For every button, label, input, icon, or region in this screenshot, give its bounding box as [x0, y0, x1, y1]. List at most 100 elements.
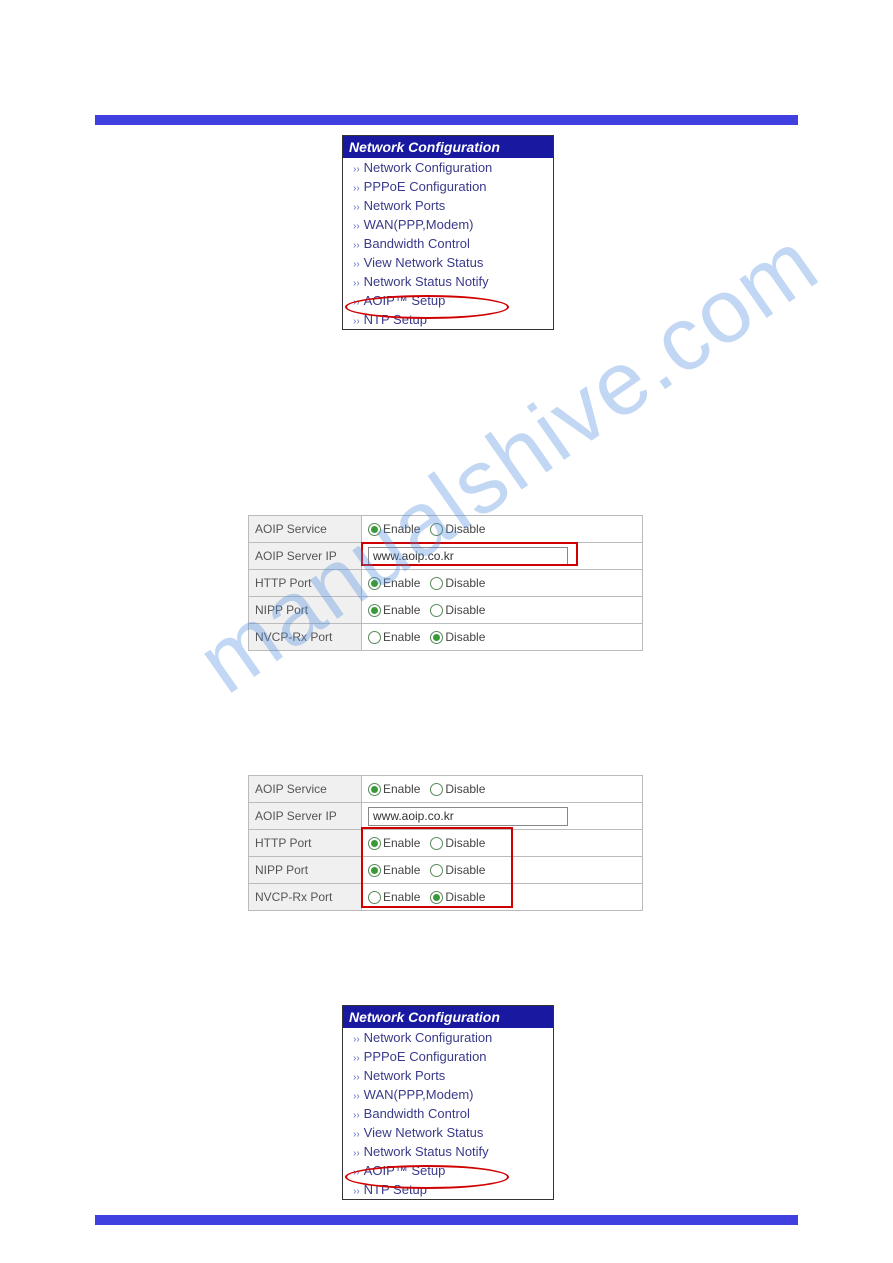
menu-header: Network Configuration	[343, 136, 553, 158]
menu-item-label: NTP Setup	[364, 312, 427, 327]
disable-radio[interactable]	[430, 783, 443, 796]
menu-item-view-network-status[interactable]: ››View Network Status	[343, 253, 553, 272]
disable-label: Disable	[445, 603, 485, 617]
row-value: EnableDisable	[362, 516, 643, 543]
menu-item-label: Network Status Notify	[364, 1144, 489, 1159]
config-row-http-port: HTTP Port Enable Disable	[249, 570, 643, 597]
disable-radio[interactable]	[430, 631, 443, 644]
row-value: EnableDisable	[362, 597, 643, 624]
enable-radio[interactable]	[368, 864, 381, 877]
bullet-icon: ››	[353, 202, 360, 213]
row-label: AOIP Service	[249, 776, 362, 803]
menu-item-view-network-status[interactable]: ›› View Network Status	[343, 1123, 553, 1142]
menu-item-network-configuration[interactable]: ››Network Configuration	[343, 1028, 553, 1047]
bullet-icon: ››	[353, 1091, 360, 1102]
disable-radio[interactable]	[430, 604, 443, 617]
enable-radio[interactable]	[368, 577, 381, 590]
bullet-icon: ››	[353, 1167, 360, 1178]
disable-radio[interactable]	[430, 837, 443, 850]
enable-radio[interactable]	[368, 783, 381, 796]
menu-item-label: WAN(PPP,Modem)	[364, 1087, 474, 1102]
bullet-icon: ››	[353, 1053, 360, 1064]
menu-item-network-status-notify[interactable]: ››Network Status Notify	[343, 1142, 553, 1161]
enable-radio[interactable]	[368, 631, 381, 644]
menu-item-network-configuration[interactable]: ›› Network Configuration	[343, 158, 553, 177]
disable-radio[interactable]	[430, 864, 443, 877]
menu-item-aoip-setup[interactable]: ›› AOIP™ Setup	[343, 291, 553, 310]
menu-item-label: WAN(PPP,Modem)	[364, 217, 474, 232]
row-value: Enable Disable	[362, 570, 643, 597]
menu-item-network-ports[interactable]: ››Network Ports	[343, 196, 553, 215]
menu-item-network-ports[interactable]: ›› Network Ports	[343, 1066, 553, 1085]
config-row-nvcp-rx-port: NVCP-Rx PortEnableDisable	[249, 884, 643, 911]
bullet-icon: ››	[353, 316, 360, 327]
server-ip-input[interactable]: www.aoip.co.kr	[368, 547, 568, 566]
config-row-nvcp-rx-port: NVCP-Rx PortEnableDisable	[249, 624, 643, 651]
server-ip-input[interactable]: www.aoip.co.kr	[368, 807, 568, 826]
bullet-icon: ››	[353, 1110, 360, 1121]
menu-item-wan-ppp-modem-[interactable]: ›› WAN(PPP,Modem)	[343, 1085, 553, 1104]
config-row-nipp-port: NIPP PortEnableDisable	[249, 857, 643, 884]
row-label: NIPP Port	[249, 857, 362, 884]
enable-radio[interactable]	[368, 837, 381, 850]
row-label: HTTP Port	[249, 830, 362, 857]
bullet-icon: ››	[353, 297, 360, 308]
network-config-menu-bottom: Network Configuration ››Network Configur…	[342, 1005, 554, 1200]
bullet-icon: ››	[353, 240, 360, 251]
menu-item-ntp-setup[interactable]: ›› NTP Setup	[343, 310, 553, 329]
menu-item-aoip-setup[interactable]: ›› AOIP™ Setup	[343, 1161, 553, 1180]
menu-item-pppoe-configuration[interactable]: ›› PPPoE Configuration	[343, 177, 553, 196]
enable-radio[interactable]	[368, 523, 381, 536]
disable-radio[interactable]	[430, 891, 443, 904]
enable-radio[interactable]	[368, 891, 381, 904]
disable-label: Disable	[445, 576, 485, 590]
row-value: www.aoip.co.kr	[362, 803, 643, 830]
disable-label: Disable	[445, 890, 485, 904]
menu-item-label: PPPoE Configuration	[364, 1049, 487, 1064]
menu-item-bandwidth-control[interactable]: ››Bandwidth Control	[343, 1104, 553, 1123]
menu-item-label: AOIP™ Setup	[364, 1163, 446, 1178]
menu-item-label: PPPoE Configuration	[364, 179, 487, 194]
enable-radio[interactable]	[368, 604, 381, 617]
menu-item-label: View Network Status	[364, 1125, 484, 1140]
enable-label: Enable	[383, 630, 420, 644]
disable-radio[interactable]	[430, 577, 443, 590]
menu-item-label: Network Ports	[364, 1068, 446, 1083]
enable-label: Enable	[383, 522, 420, 536]
menu-item-label: Network Status Notify	[364, 274, 489, 289]
menu-item-label: AOIP™ Setup	[364, 293, 446, 308]
menu-item-wan-ppp-modem-[interactable]: ››WAN(PPP,Modem)	[343, 215, 553, 234]
row-value: Enable Disable	[362, 624, 643, 651]
disable-radio[interactable]	[430, 523, 443, 536]
row-value: EnableDisable	[362, 857, 643, 884]
menu-item-pppoe-configuration[interactable]: ›› PPPoE Configuration	[343, 1047, 553, 1066]
enable-label: Enable	[383, 836, 420, 850]
row-label: NVCP-Rx Port	[249, 884, 362, 911]
bullet-icon: ››	[353, 259, 360, 270]
bullet-icon: ››	[353, 1129, 360, 1140]
row-label: AOIP Server IP	[249, 803, 362, 830]
menu-item-network-status-notify[interactable]: ››Network Status Notify	[343, 272, 553, 291]
config-row-http-port: HTTP PortEnableDisable	[249, 830, 643, 857]
disable-label: Disable	[445, 630, 485, 644]
bullet-icon: ››	[353, 1186, 360, 1197]
enable-label: Enable	[383, 576, 420, 590]
bullet-icon: ››	[353, 1072, 360, 1083]
row-value: EnableDisable	[362, 830, 643, 857]
bullet-icon: ››	[353, 183, 360, 194]
disable-label: Disable	[445, 863, 485, 877]
disable-label: Disable	[445, 782, 485, 796]
bullet-icon: ››	[353, 164, 360, 175]
row-label: AOIP Service	[249, 516, 362, 543]
network-config-menu-top: Network Configuration ›› Network Configur…	[342, 135, 554, 330]
menu-item-label: Network Configuration	[364, 1030, 493, 1045]
menu-item-ntp-setup[interactable]: ›› NTP Setup	[343, 1180, 553, 1199]
top-separator-bar	[95, 115, 798, 125]
menu-item-label: NTP Setup	[364, 1182, 427, 1197]
config-row-aoip-server-ip: AOIP Server IPwww.aoip.co.kr	[249, 543, 643, 570]
menu-item-label: Network Configuration	[364, 160, 493, 175]
menu-item-bandwidth-control[interactable]: ››Bandwidth Control	[343, 234, 553, 253]
row-label: HTTP Port	[249, 570, 362, 597]
config-row-aoip-server-ip: AOIP Server IP www.aoip.co.kr	[249, 803, 643, 830]
row-value: EnableDisable	[362, 884, 643, 911]
